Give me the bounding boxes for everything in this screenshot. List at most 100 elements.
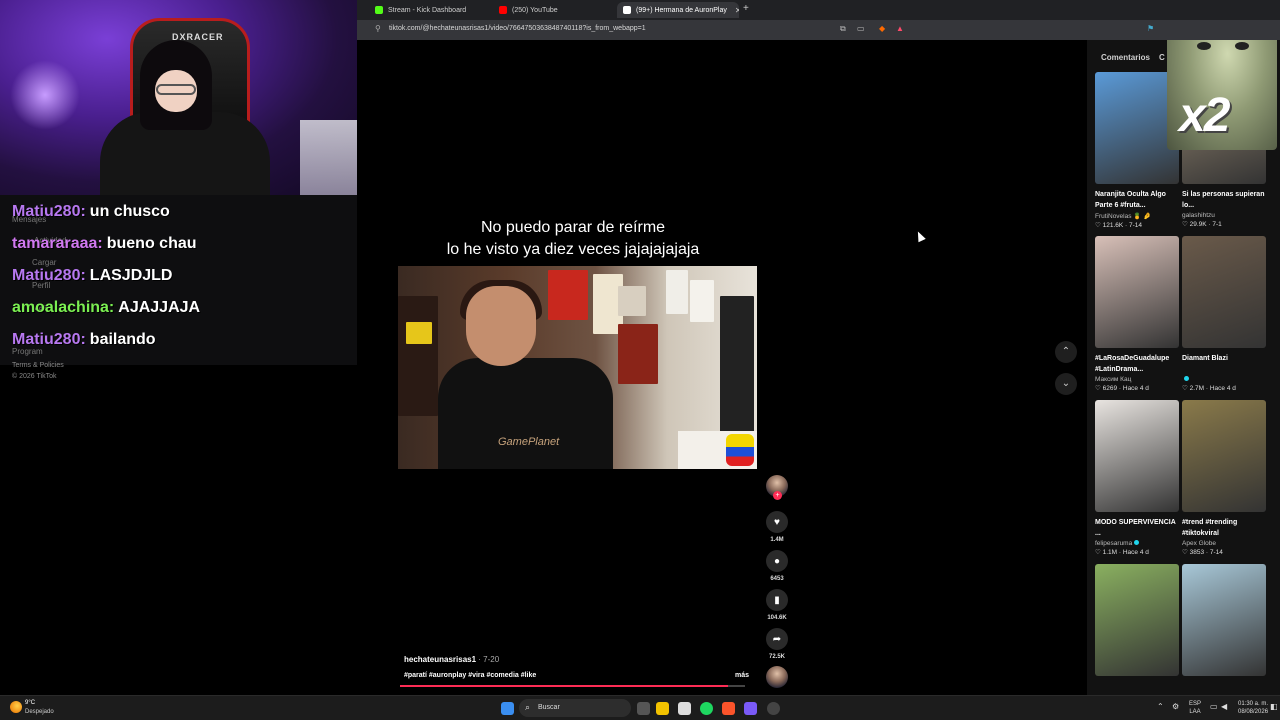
card-title[interactable]: Si las personas supieran lo... [1182, 189, 1266, 211]
cast-icon[interactable]: ▭ [857, 24, 865, 33]
network-icon[interactable]: ▭ [1210, 703, 1218, 711]
video-thumbnail[interactable] [1182, 564, 1266, 676]
weather-moon-icon[interactable] [10, 701, 22, 713]
new-tab-plus-icon[interactable]: + [743, 3, 749, 14]
save-action[interactable]: ▮ 104.6K [766, 589, 788, 621]
card-author[interactable]: felipesaruma [1095, 540, 1179, 547]
video-thumbnail[interactable] [1095, 236, 1179, 348]
creator-avatar[interactable]: + [766, 475, 788, 500]
card-title[interactable]: Naranjita Oculta Algo Parte 6 #fruta... [1095, 189, 1179, 211]
follow-plus-icon[interactable]: + [773, 491, 782, 500]
clock-date: 08/08/2026 [1238, 709, 1269, 715]
menu-ghost: Cargar [32, 258, 57, 267]
rewards-icon[interactable]: ▲ [896, 24, 904, 33]
card-author[interactable]: FrutiNovelas 🍍 🤌 [1095, 212, 1179, 220]
tab-comments[interactable]: Comentarios [1101, 53, 1150, 62]
volume-icon[interactable]: ◀ [1221, 703, 1227, 711]
lang-line-2: LAA [1189, 709, 1201, 715]
card-stats: ♡ 2.7M · Hace 4 d [1182, 385, 1236, 392]
like-action[interactable]: ♥ 1.4M [766, 511, 788, 543]
taskbar-search[interactable]: ⌕ Buscar [519, 699, 631, 717]
more-button[interactable]: más [735, 672, 749, 679]
related-video-card[interactable]: #trend #trending #tiktokviral Apex Globe ♡… [1182, 400, 1266, 556]
card-stats: ♡ 121.6K · 7-14 [1095, 222, 1143, 229]
poster [666, 270, 688, 314]
card-title[interactable]: #LaRosaDeGuadalupe #LatinDrama... [1095, 353, 1179, 375]
previous-video-chevron-up-icon[interactable]: ⌃ [1055, 341, 1077, 363]
browser-window: Stream - Kick Dashboard (250) YouTube (9… [357, 0, 1280, 40]
chat-username: Matiu280: [12, 203, 86, 220]
card-author[interactable]: galashihtzu [1182, 212, 1266, 219]
tab-label: (99+) Hermana de AuronPlay [636, 6, 727, 14]
person: GamePlanet [438, 280, 613, 469]
file-explorer-icon[interactable] [656, 702, 669, 715]
close-tab-icon[interactable]: ✕ [735, 6, 739, 15]
sticker-eye [1197, 42, 1211, 50]
brave-shield-icon[interactable]: ◆ [879, 24, 885, 33]
poster [720, 296, 754, 436]
comment-action[interactable]: ● 6453 [766, 550, 788, 582]
card-title[interactable]: MODO SUPERVIVENCIA ... [1095, 517, 1179, 539]
card-author-name: galashihtzu [1182, 212, 1215, 219]
youtube-icon [499, 6, 507, 14]
card-title[interactable]: Diamant Blazi [1182, 353, 1266, 375]
music-disc-avatar[interactable] [766, 666, 788, 688]
weather-temperature[interactable]: 9°C [25, 700, 35, 706]
next-video-chevron-down-icon[interactable]: ⌄ [1055, 373, 1077, 395]
card-author[interactable] [1182, 376, 1266, 383]
related-video-card[interactable]: MODO SUPERVIVENCIA ... felipesaruma ♡ 1.1M… [1095, 400, 1179, 556]
input-language[interactable]: ESP LAA [1189, 700, 1201, 716]
card-author[interactable]: Максим Кац [1095, 376, 1179, 383]
tab-tiktok[interactable]: (99+) Hermana de AuronPlay ✕ [617, 2, 739, 18]
obs-icon[interactable] [767, 702, 780, 715]
translate-icon[interactable]: ⧉ [840, 24, 846, 34]
heart-icon[interactable]: ♥ [766, 511, 788, 533]
video-thumbnail[interactable] [1095, 400, 1179, 512]
tab-kick-dashboard[interactable]: Stream - Kick Dashboard [369, 2, 491, 18]
sign [406, 322, 432, 344]
video-thumbnail[interactable] [1182, 400, 1266, 512]
video-hashtags[interactable]: #paratí #auronplay #vira #comedia #like [404, 672, 536, 679]
related-video-card[interactable] [1095, 564, 1179, 676]
video-thumbnail[interactable] [1182, 236, 1266, 348]
card-author[interactable]: Apex Globe [1182, 540, 1266, 547]
footer-terms[interactable]: Terms & Policies [12, 362, 64, 369]
video-progress-bar[interactable] [400, 685, 745, 687]
address-bar[interactable]: ⚲ tiktok.com/@hechateunasrisas1/video/76… [357, 20, 1280, 40]
spotify-icon[interactable] [700, 702, 713, 715]
video-thumbnail[interactable] [1095, 564, 1179, 676]
share-action[interactable]: ➦ 72.5K [766, 628, 788, 660]
tab-label: Stream - Kick Dashboard [388, 6, 467, 14]
video-author[interactable]: hechateunasrisas1 · 7-20 [404, 655, 499, 664]
extension-icon[interactable]: ⚑ [1147, 24, 1154, 33]
stream-chat-overlay: Mensajes Actividad Cargar Perfil Más Pro… [0, 195, 357, 365]
clock[interactable]: 01:30 a. m. 08/08/2026 [1238, 700, 1268, 716]
chat-username: amoalachina: [12, 299, 115, 316]
comment-icon[interactable]: ● [766, 550, 788, 572]
url-text[interactable]: tiktok.com/@hechateunasrisas1/video/7664… [389, 25, 646, 32]
share-icon[interactable]: ➦ [766, 628, 788, 650]
app-grid-icon[interactable] [744, 702, 757, 715]
author-name[interactable]: hechateunasrisas1 [404, 655, 476, 664]
card-title[interactable]: #trend #trending #tiktokviral [1182, 517, 1266, 539]
screen: No puedo parar de reírme lo he visto ya … [0, 0, 1280, 720]
weather-description[interactable]: Despejado [25, 709, 54, 715]
store-icon[interactable] [678, 702, 691, 715]
related-video-card[interactable] [1182, 564, 1266, 676]
poster [618, 286, 646, 316]
related-video-card[interactable]: Diamant Blazi ♡ 2.7M · Hace 4 d [1182, 236, 1266, 392]
comment-count: 6453 [770, 576, 784, 582]
brave-browser-icon[interactable] [722, 702, 735, 715]
related-video-card[interactable]: #LaRosaDeGuadalupe #LatinDrama... Максим … [1095, 236, 1179, 392]
video-frame[interactable]: GamePlanet [398, 266, 757, 469]
start-windows-icon[interactable] [501, 702, 514, 715]
task-view-icon[interactable] [637, 702, 650, 715]
site-info-icon[interactable]: ⚲ [375, 24, 381, 33]
tray-chevron-up-icon[interactable]: ⌃ [1157, 703, 1164, 711]
bookmark-icon[interactable]: ▮ [766, 589, 788, 611]
tray-app-icon[interactable]: ⚙ [1172, 703, 1179, 711]
tab-youtube[interactable]: (250) YouTube [493, 2, 615, 18]
notifications-icon[interactable]: ◧ [1270, 703, 1278, 711]
tab-creator-videos[interactable]: C [1159, 53, 1165, 62]
streamer-webcam-overlay: DXRACER [0, 0, 357, 195]
